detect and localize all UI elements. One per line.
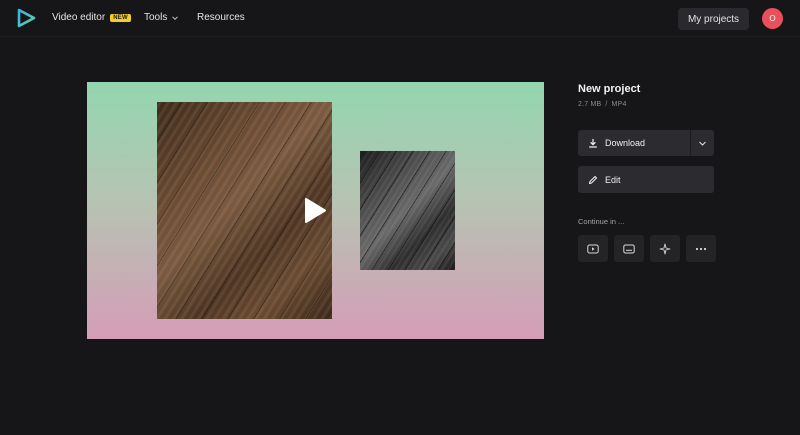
edit-label: Edit (605, 174, 621, 185)
chevron-down-icon (699, 141, 706, 146)
video-preview[interactable] (87, 82, 544, 339)
continue-in-tools (578, 235, 716, 262)
wood-image-grayscale (360, 151, 455, 270)
continue-in-label: Continue in ... (578, 217, 625, 226)
project-title: New project (578, 83, 641, 95)
continue-more-button[interactable] (686, 235, 716, 262)
avatar[interactable]: O (762, 8, 783, 29)
nav-video-editor-label: Video editor (52, 12, 106, 23)
more-icon (695, 247, 707, 250)
nav-tools[interactable]: Tools (144, 12, 179, 23)
new-badge: NEW (110, 13, 131, 22)
continue-magic-button[interactable] (650, 235, 680, 262)
continue-youtube-button[interactable] (578, 235, 608, 262)
subtitles-icon (623, 244, 635, 253)
youtube-icon (587, 244, 599, 253)
edit-button[interactable]: Edit (578, 166, 714, 193)
continue-subtitles-button[interactable] (614, 235, 644, 262)
sparkle-icon (659, 243, 671, 254)
top-navigation-bar: Video editor NEW Tools Resources My proj… (0, 0, 800, 37)
download-label: Download (605, 138, 646, 148)
project-panel: New project 2.7 MB / MP4 Download Edit Con… (578, 82, 716, 262)
project-meta: 2.7 MB / MP4 (578, 101, 714, 108)
download-options-button[interactable] (690, 130, 714, 156)
download-button-group: Download (578, 130, 714, 156)
nav-resources[interactable]: Resources (197, 12, 245, 23)
pencil-icon (588, 175, 598, 184)
nav-video-editor[interactable]: Video editor NEW (52, 12, 131, 23)
file-size: 2.7 MB (578, 101, 602, 108)
download-button[interactable]: Download (578, 130, 690, 156)
app-logo-icon[interactable] (16, 8, 36, 28)
file-format: MP4 (611, 101, 627, 108)
download-icon (589, 139, 597, 148)
my-projects-button[interactable]: My projects (678, 8, 749, 30)
nav-resources-label: Resources (197, 12, 245, 23)
nav-tools-label: Tools (144, 12, 168, 23)
chevron-down-icon (172, 15, 179, 20)
meta-separator: / (605, 101, 608, 108)
play-icon[interactable] (303, 197, 327, 224)
